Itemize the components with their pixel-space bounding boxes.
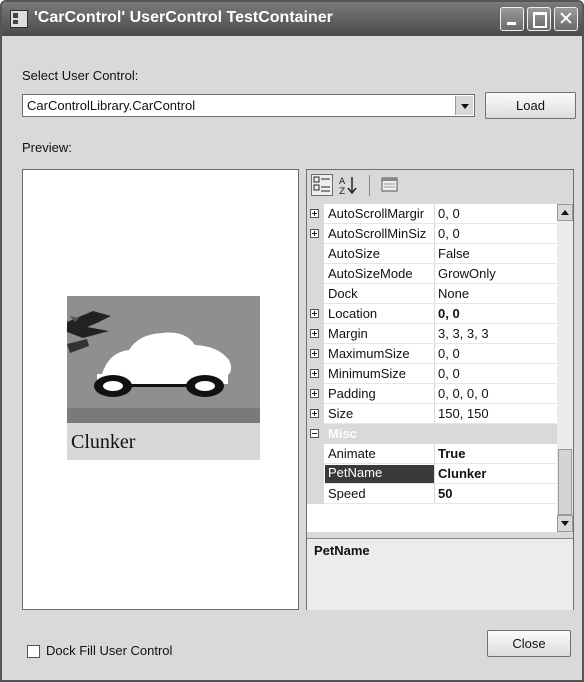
expand-icon[interactable]	[310, 409, 319, 418]
property-name: Speed	[328, 486, 366, 501]
close-icon: ✕	[558, 8, 574, 30]
property-name: MinimumSize	[328, 366, 407, 381]
app-icon[interactable]	[10, 10, 28, 28]
property-row-padding[interactable]: Padding 0, 0, 0, 0	[307, 384, 557, 404]
property-row-autosizemode[interactable]: AutoSizeMode GrowOnly	[307, 264, 557, 284]
property-row-dock[interactable]: Dock None	[307, 284, 557, 304]
chevron-down-icon[interactable]	[455, 96, 473, 115]
property-list: AutoScrollMargir 0, 0 AutoScrollMinSiz 0…	[307, 204, 557, 532]
load-button[interactable]: Load	[485, 92, 576, 119]
property-name: AutoSizeMode	[328, 266, 413, 281]
property-grid-toolbar: AZ	[307, 170, 573, 202]
property-row-maximumsize[interactable]: MaximumSize 0, 0	[307, 344, 557, 364]
minimize-button[interactable]	[500, 7, 524, 31]
dock-fill-checkbox[interactable]	[27, 645, 40, 658]
categorized-icon[interactable]	[311, 174, 333, 196]
property-row-speed[interactable]: Speed 50	[307, 484, 557, 504]
collapse-icon[interactable]	[310, 429, 319, 438]
property-row-petname[interactable]: PetName Clunker	[307, 464, 557, 484]
preview-panel: Clunker	[22, 169, 299, 610]
scrollbar-thumb[interactable]	[558, 449, 572, 515]
property-description-pane: PetName	[307, 538, 573, 610]
property-value[interactable]: 0, 0	[438, 206, 460, 221]
expand-icon[interactable]	[310, 329, 319, 338]
property-value[interactable]: 0, 0	[438, 346, 460, 361]
car-control[interactable]: Clunker	[67, 296, 260, 460]
category-label: Misc	[328, 426, 357, 441]
property-name: Size	[328, 406, 354, 421]
property-name: Dock	[328, 286, 358, 301]
close-button[interactable]: Close	[487, 630, 571, 657]
expand-icon[interactable]	[310, 309, 319, 318]
property-scrollbar[interactable]	[557, 204, 573, 532]
property-value[interactable]: True	[438, 446, 465, 461]
property-name: AutoScrollMinSiz	[328, 226, 427, 241]
property-name: AutoScrollMargir	[328, 206, 425, 221]
property-value[interactable]: Clunker	[438, 466, 486, 481]
property-row-autosize[interactable]: AutoSize False	[307, 244, 557, 264]
property-name: Location	[328, 306, 378, 321]
select-user-control-label: Select User Control:	[22, 68, 139, 83]
property-value[interactable]: 150, 150	[438, 406, 489, 421]
expand-icon[interactable]	[310, 389, 319, 398]
scroll-down-icon[interactable]	[557, 515, 573, 532]
maximize-button[interactable]	[527, 7, 551, 31]
expand-icon[interactable]	[310, 209, 319, 218]
property-value[interactable]: 0, 0, 0, 0	[438, 386, 489, 401]
property-row-autoscrollminsize[interactable]: AutoScrollMinSiz 0, 0	[307, 224, 557, 244]
property-row-margin[interactable]: Margin 3, 3, 3, 3	[307, 324, 557, 344]
expand-icon[interactable]	[310, 349, 319, 358]
combo-value: CarControlLibrary.CarControl	[27, 98, 196, 113]
property-grid: AZ AutoScrollMargir 0, 0 AutoScrollMinSi…	[306, 169, 574, 610]
property-name: AutoSize	[328, 246, 381, 261]
property-row-animate[interactable]: Animate True	[307, 444, 557, 464]
expand-icon[interactable]	[310, 229, 319, 238]
close-window-button[interactable]: ✕	[554, 7, 578, 31]
svg-text:Z: Z	[339, 187, 345, 196]
property-value[interactable]: 0, 0	[438, 366, 460, 381]
property-name: Animate	[328, 446, 376, 461]
title-bar[interactable]: 'CarControl' UserControl TestContainer ✕	[2, 2, 582, 36]
toolbar-separator	[369, 175, 370, 196]
property-pages-icon[interactable]	[379, 174, 401, 196]
property-name: PetName	[325, 465, 434, 483]
property-name: MaximumSize	[328, 346, 410, 361]
property-row-size[interactable]: Size 150, 150	[307, 404, 557, 424]
property-row-autoscrollmargin[interactable]: AutoScrollMargir 0, 0	[307, 204, 557, 224]
property-value[interactable]: False	[438, 246, 470, 261]
category-row-misc[interactable]: Misc	[307, 424, 557, 444]
preview-label: Preview:	[22, 140, 72, 155]
property-value[interactable]: 3, 3, 3, 3	[438, 326, 489, 341]
property-value[interactable]: None	[438, 286, 469, 301]
scroll-up-icon[interactable]	[557, 204, 573, 221]
pet-name-label: Clunker	[71, 431, 136, 453]
test-container-window: 'CarControl' UserControl TestContainer ✕…	[0, 0, 584, 682]
expand-icon[interactable]	[310, 369, 319, 378]
dock-fill-label[interactable]: Dock Fill User Control	[46, 643, 172, 658]
property-value[interactable]: 50	[438, 486, 452, 501]
property-value[interactable]: 0, 0	[438, 306, 460, 321]
window-title: 'CarControl' UserControl TestContainer	[34, 9, 333, 26]
property-name: Margin	[328, 326, 368, 341]
property-value[interactable]: 0, 0	[438, 226, 460, 241]
property-row-minimumsize[interactable]: MinimumSize 0, 0	[307, 364, 557, 384]
user-control-combo[interactable]: CarControlLibrary.CarControl	[22, 94, 475, 117]
svg-text:A: A	[339, 177, 346, 187]
property-name: Padding	[328, 386, 376, 401]
description-title: PetName	[314, 543, 370, 558]
sort-alphabetical-icon[interactable]: AZ	[337, 174, 359, 197]
property-value[interactable]: GrowOnly	[438, 266, 496, 281]
property-row-location[interactable]: Location 0, 0	[307, 304, 557, 324]
